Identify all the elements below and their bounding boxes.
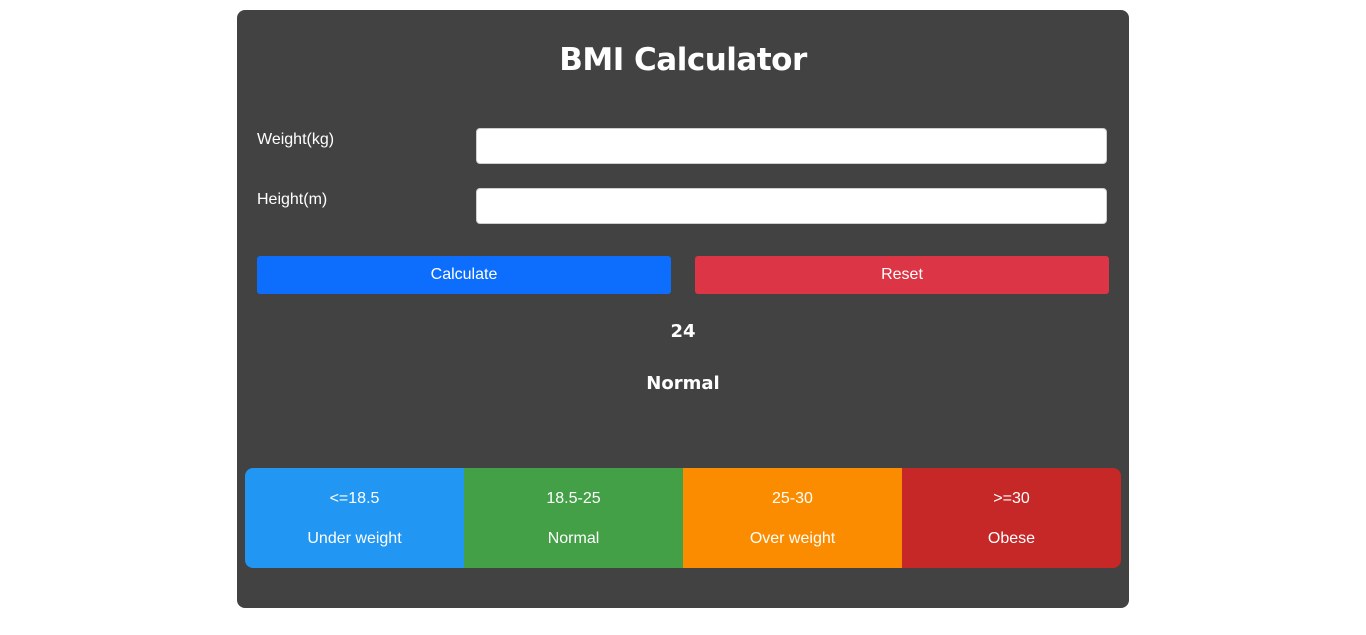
scale-range: <=18.5 — [329, 490, 380, 507]
height-input[interactable] — [476, 188, 1107, 224]
scale-segment-obese: >=30 Obese — [902, 468, 1121, 568]
bmi-calculator-card: BMI Calculator Weight(kg) Height(m) Calc… — [237, 10, 1129, 608]
scale-segment-underweight: <=18.5 Under weight — [245, 468, 464, 568]
bmi-category: Normal — [646, 373, 720, 394]
scale-segment-overweight: 25-30 Over weight — [683, 468, 902, 568]
calculate-button[interactable]: Calculate — [257, 256, 671, 294]
scale-segment-normal: 18.5-25 Normal — [464, 468, 683, 568]
weight-input[interactable] — [476, 128, 1107, 164]
scale-range: 25-30 — [772, 490, 813, 507]
height-label: Height(m) — [257, 191, 328, 208]
weight-label: Weight(kg) — [257, 131, 335, 148]
bmi-value: 24 — [670, 321, 696, 342]
bmi-scale: <=18.5 Under weight 18.5-25 Normal 25-30… — [245, 468, 1121, 568]
scale-name: Under weight — [307, 530, 402, 547]
reset-button[interactable]: Reset — [695, 256, 1109, 294]
scale-name: Over weight — [749, 530, 836, 547]
page-title: BMI Calculator — [559, 42, 807, 78]
scale-name: Obese — [987, 530, 1036, 547]
scale-range: >=30 — [993, 490, 1030, 507]
scale-name: Normal — [547, 530, 600, 547]
scale-range: 18.5-25 — [546, 490, 601, 507]
